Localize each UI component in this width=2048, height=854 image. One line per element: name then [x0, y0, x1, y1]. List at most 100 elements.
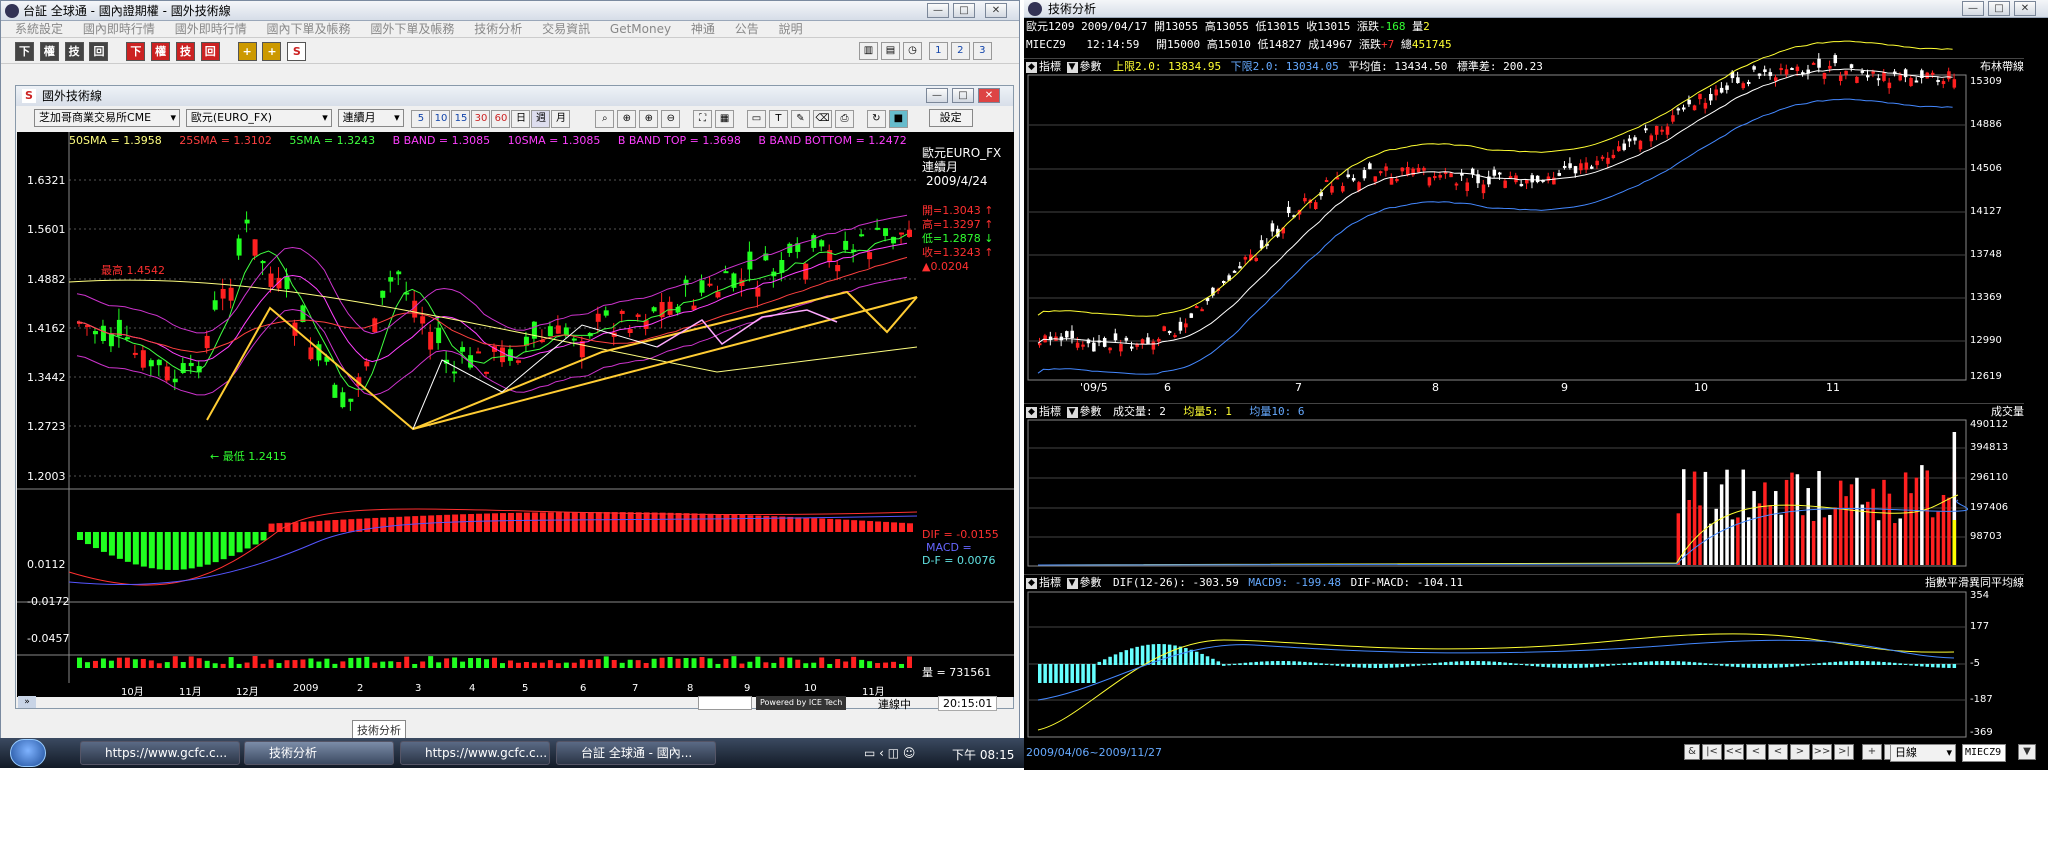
menu-item-foreign-order[interactable]: 國外下單及帳務 [370, 22, 454, 36]
code-dropdown-button[interactable]: ▼ [2018, 744, 2036, 760]
right-chart-svg[interactable] [1024, 0, 2048, 770]
exchange-select[interactable]: 芝加哥商業交易所CME ▾ [34, 109, 180, 127]
minimize-button[interactable]: — [927, 3, 949, 18]
interval-10-button[interactable]: 10 [431, 110, 451, 128]
right-maximize-button[interactable]: □ [1988, 1, 2010, 16]
toolbar-s-button[interactable]: S [287, 42, 307, 61]
pane1-param-button[interactable]: 參數 [1080, 60, 1102, 73]
nav-fast-back-button[interactable]: << [1724, 744, 1744, 760]
taskbar-item-browser-2[interactable]: https://www.gcfc.c... [400, 741, 550, 765]
interval-day-button[interactable]: 日 [511, 110, 531, 128]
child-maximize-button[interactable]: □ [952, 88, 974, 103]
macd-bar [635, 512, 642, 532]
toolbar-report-red-button[interactable]: 回 [200, 42, 220, 61]
right-close-button[interactable]: ✕ [2014, 1, 2036, 16]
nav-link-button[interactable]: & [1684, 744, 1700, 760]
interval-30-button[interactable]: 30 [471, 110, 491, 128]
layout-1-icon[interactable]: ▥ [859, 42, 878, 60]
interval-60-button[interactable]: 60 [491, 110, 511, 128]
code-input[interactable]: MIECZ9 [1962, 744, 2006, 762]
toolbar-order-button[interactable]: 下 [15, 42, 34, 61]
rect-icon[interactable]: ▭ [746, 110, 766, 128]
toolbar-add-button[interactable]: + [237, 42, 257, 61]
toolbar-tech-button[interactable]: 技 [64, 42, 84, 61]
taskbar-item-main-app[interactable]: 台証 全球通 - 國內... [556, 741, 716, 765]
start-button[interactable] [10, 739, 46, 767]
menu-item-getmoney[interactable]: GetMoney [610, 22, 671, 36]
child-minimize-button[interactable]: — [926, 88, 948, 103]
toolbar-tech-red-button[interactable]: 技 [175, 42, 195, 61]
pen-icon[interactable]: ✎ [790, 110, 810, 128]
menu-item-technical[interactable]: 技術分析 [474, 22, 522, 36]
layout-num1-button[interactable]: 1 [928, 42, 948, 60]
layout-num3-button[interactable]: 3 [972, 42, 992, 60]
nav-first-button[interactable]: |< [1702, 744, 1722, 760]
zoom-in-button[interactable]: + [1862, 744, 1882, 760]
pane1-indicator-button[interactable]: 指標 [1039, 60, 1061, 73]
pane2-indicator-button[interactable]: 指標 [1039, 405, 1061, 418]
toolbar-add2-button[interactable]: + [262, 42, 282, 61]
menu-item-trade-info[interactable]: 交易資訊 [542, 22, 590, 36]
menu-item-domestic-quote[interactable]: 國內即時行情 [83, 22, 155, 36]
maximize-button[interactable]: □ [953, 3, 975, 18]
zoom-out-icon[interactable]: ⊖ [661, 110, 681, 128]
macd-bar [1790, 664, 1794, 667]
toolbar-order-red-button[interactable]: 下 [126, 42, 146, 61]
taskbar-item-tech-analysis[interactable]: 技術分析 [244, 741, 394, 765]
pane2-param-button[interactable]: 參數 [1080, 405, 1102, 418]
pane3-param-icon[interactable]: ▼ [1066, 577, 1078, 589]
nav-fast-forward-button[interactable]: >> [1812, 744, 1832, 760]
period-select[interactable]: 連續月 ▾ [337, 109, 404, 127]
interval-week-button[interactable]: 週 [531, 110, 551, 128]
pane1-toggle-icon[interactable]: ◆ [1026, 61, 1037, 73]
left-chart-area[interactable]: 50SMA = 1.3958 25SMA = 1.3102 5SMA = 1.3… [17, 132, 1014, 698]
nav-back2-button[interactable]: < [1768, 744, 1788, 760]
pane2-param-icon[interactable]: ▼ [1066, 406, 1078, 418]
period-dropdown-select[interactable]: 日線 ▾ [1890, 744, 1956, 762]
interval-15-button[interactable]: 15 [451, 110, 471, 128]
pane3-indicator-button[interactable]: 指標 [1039, 576, 1061, 589]
settings-button[interactable]: 設定 [928, 109, 973, 127]
eraser-icon[interactable]: ⌫ [812, 110, 832, 128]
macd-bar [1449, 661, 1453, 665]
menu-item-shentong[interactable]: 神通 [691, 22, 715, 36]
layout-num2-button[interactable]: 2 [950, 42, 970, 60]
refresh-icon[interactable]: ↻ [866, 110, 886, 128]
toolbar-option-button[interactable]: 權 [39, 42, 59, 61]
menu-item-notice[interactable]: 公告 [735, 22, 759, 36]
child-close-button[interactable]: ✕ [978, 88, 1000, 103]
status-input[interactable] [698, 696, 752, 710]
layout-2-icon[interactable]: ▤ [881, 42, 900, 60]
zoom-in-icon[interactable]: ⊕ [617, 110, 637, 128]
nav-last-button[interactable]: >| [1834, 744, 1854, 760]
fit-icon[interactable]: ⛶ [693, 110, 713, 128]
nav-back-button[interactable]: < [1746, 744, 1766, 760]
toolbar-option-red-button[interactable]: 權 [151, 42, 171, 61]
search-icon[interactable]: ⌕ [595, 110, 615, 128]
pane2-toggle-icon[interactable]: ◆ [1026, 406, 1037, 418]
menu-item-help[interactable]: 說明 [779, 22, 803, 36]
nav-forward-button[interactable]: > [1790, 744, 1810, 760]
pane1-param-icon[interactable]: ▼ [1066, 61, 1078, 73]
pane3-param-button[interactable]: 參數 [1080, 576, 1102, 589]
taskbar-item-browser-1[interactable]: https://www.gcfc.c... [80, 741, 240, 765]
color-icon[interactable]: ■ [888, 110, 908, 128]
print-icon[interactable]: ⎙ [834, 110, 854, 128]
interval-5-button[interactable]: 5 [411, 110, 431, 128]
grid-icon[interactable]: ▦ [715, 110, 735, 128]
right-minimize-button[interactable]: — [1962, 1, 1984, 16]
menu-item-foreign-quote[interactable]: 國外即時行情 [175, 22, 247, 36]
scroll-left-button[interactable]: » [18, 696, 36, 708]
product-select[interactable]: 歐元(EURO_FX) ▾ [185, 109, 332, 127]
close-button[interactable]: ✕ [985, 3, 1007, 18]
menu-item-domestic-order[interactable]: 國內下單及帳務 [267, 22, 351, 36]
zoom-icon[interactable]: ⊕ [639, 110, 659, 128]
volume-bar [412, 663, 418, 668]
interval-month-button[interactable]: 月 [551, 110, 571, 128]
clock-icon[interactable]: ◷ [903, 42, 922, 60]
toolbar-report-button[interactable]: 回 [89, 42, 109, 61]
text-icon[interactable]: T [768, 110, 788, 128]
macd-bar [212, 532, 219, 563]
pane3-toggle-icon[interactable]: ◆ [1026, 577, 1037, 589]
menu-item-system[interactable]: 系統設定 [15, 22, 63, 36]
